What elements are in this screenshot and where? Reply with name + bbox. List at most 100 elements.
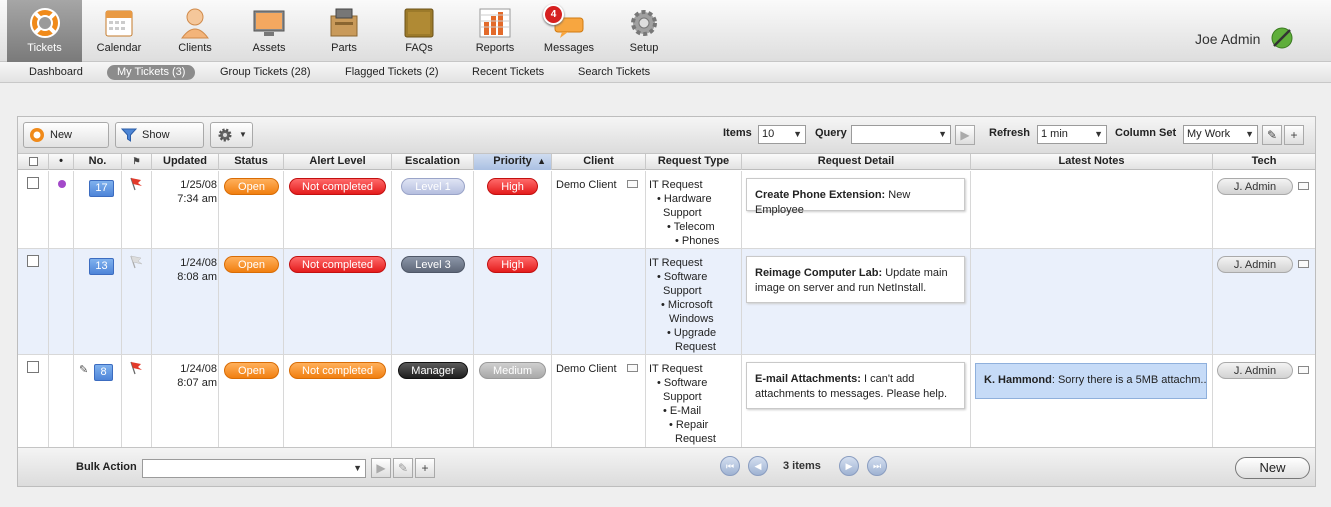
header-status[interactable]: Status — [219, 154, 284, 170]
nav-faqs[interactable]: FAQs — [386, 0, 452, 62]
next-page-icon: ▶ — [845, 461, 853, 471]
request-detail[interactable]: Create Phone Extension: New Employee — [746, 178, 965, 216]
updated-time: 8:08 am — [177, 271, 217, 283]
settings-menu-button[interactable]: ▼ — [210, 122, 253, 148]
monitor-icon — [253, 10, 285, 36]
request-type: IT Request • Hardware Support • Telecom … — [649, 178, 741, 248]
flag-icon[interactable] — [129, 177, 145, 191]
nav-calendar[interactable]: Calendar — [86, 0, 152, 62]
bulk-run-button[interactable]: ▶ — [371, 458, 391, 478]
header-request-detail[interactable]: Request Detail — [742, 154, 971, 170]
request-detail[interactable]: Reimage Computer Lab: Update main image … — [746, 256, 965, 303]
table-row[interactable]: 17 1/25/08 7:34 am Open Not completed Lev… — [18, 171, 1315, 249]
items-select[interactable]: 10 ▼ — [758, 125, 806, 144]
nav-setup[interactable]: Setup — [611, 0, 677, 62]
nav-label: Tickets — [27, 42, 62, 54]
tickets-panel: New Ticket Show Filter ▼ Items 10 ▼ Query… — [17, 116, 1316, 487]
ticket-number[interactable]: 17 — [89, 180, 114, 197]
ticket-number[interactable]: 8 — [94, 364, 113, 381]
nav-reports[interactable]: Reports — [462, 0, 528, 62]
tech-badge[interactable]: J. Admin — [1217, 178, 1293, 195]
row-checkbox[interactable] — [27, 177, 39, 189]
query-select[interactable]: ▼ — [851, 125, 951, 144]
row-checkbox[interactable] — [27, 361, 39, 373]
header-flag[interactable]: ⚑ — [122, 154, 152, 170]
run-query-button[interactable]: ▶ — [955, 125, 975, 145]
nav-tickets[interactable]: Tickets — [7, 0, 82, 62]
bulk-edit-button[interactable]: ✎ — [393, 458, 413, 478]
subnav-group-tickets[interactable]: Group Tickets (28) — [210, 65, 320, 80]
logout-icon[interactable] — [1270, 26, 1294, 50]
add-column-set-button[interactable]: + — [1284, 125, 1304, 145]
previous-page-button[interactable]: ◀ — [748, 456, 768, 476]
nav-assets[interactable]: Assets — [236, 0, 302, 62]
header-bullet[interactable]: • — [49, 154, 74, 170]
refresh-select[interactable]: 1 min ▼ — [1037, 125, 1107, 144]
header-request-type[interactable]: Request Type — [646, 154, 742, 170]
chevron-down-icon: ▼ — [353, 463, 362, 473]
email-icon[interactable] — [1298, 366, 1309, 374]
client-name[interactable]: Demo Client — [556, 179, 617, 191]
priority-badge: Medium — [479, 362, 546, 379]
edit-column-set-button[interactable]: ✎ — [1262, 125, 1282, 145]
select-all-header[interactable] — [18, 154, 49, 170]
pencil-icon[interactable]: ✎ — [79, 363, 88, 376]
subnav-dashboard[interactable]: Dashboard — [19, 65, 93, 80]
chevron-down-icon: ▼ — [239, 130, 247, 139]
email-icon[interactable] — [1298, 260, 1309, 268]
row-checkbox[interactable] — [27, 255, 39, 267]
new-button[interactable]: New — [1235, 457, 1310, 479]
client-name[interactable]: Demo Client — [556, 363, 617, 375]
next-page-button[interactable]: ▶ — [839, 456, 859, 476]
gear-icon — [631, 10, 657, 36]
header-latest-notes[interactable]: Latest Notes — [971, 154, 1213, 170]
tech-badge[interactable]: J. Admin — [1217, 362, 1293, 379]
last-page-button[interactable]: ⏭ — [867, 456, 887, 476]
table-row[interactable]: 13 1/24/08 8:08 am Open Not completed Lev… — [18, 249, 1315, 355]
request-type-line: • Repair — [669, 419, 709, 431]
bulk-action-select[interactable]: ▼ — [142, 459, 366, 478]
request-detail[interactable]: E-mail Attachments: I can't add attachme… — [746, 362, 965, 409]
table-row[interactable]: ✎ 8 1/24/08 8:07 am Open Not completed Ma… — [18, 355, 1315, 447]
request-type-line: IT Request — [649, 257, 703, 269]
email-icon[interactable] — [627, 364, 638, 372]
column-set-select[interactable]: My Work ▼ — [1183, 125, 1258, 144]
subnav-search-tickets[interactable]: Search Tickets — [568, 65, 660, 80]
updated-date: 1/25/08 — [180, 179, 217, 191]
request-type-line: • Upgrade — [667, 327, 717, 339]
header-alert-level[interactable]: Alert Level — [284, 154, 392, 170]
latest-note[interactable]: K. Hammond: Sorry there is a 5MB attachm… — [975, 363, 1207, 399]
nav-clients[interactable]: Clients — [162, 0, 228, 62]
refresh-value: 1 min — [1041, 128, 1068, 140]
column-set-label: Column Set — [1115, 127, 1177, 139]
bulk-add-button[interactable]: + — [415, 458, 435, 478]
header-escalation[interactable]: Escalation — [392, 154, 474, 170]
show-filter-button[interactable]: Show Filter — [115, 122, 204, 165]
header-number[interactable]: No. — [74, 154, 122, 170]
ticket-number[interactable]: 13 — [89, 258, 114, 275]
nav-parts[interactable]: Parts — [311, 0, 377, 62]
flag-icon[interactable] — [129, 255, 145, 269]
request-detail-title: Create Phone Extension: — [755, 189, 886, 201]
header-priority[interactable]: Priority ▲ — [474, 154, 552, 170]
updated-time: 8:07 am — [177, 377, 217, 389]
header-tech[interactable]: Tech — [1213, 154, 1315, 170]
email-icon[interactable] — [1298, 182, 1309, 190]
first-page-button[interactable]: ⏮ — [720, 456, 740, 476]
book-icon — [404, 8, 434, 38]
subnav-my-tickets[interactable]: My Tickets (3) — [107, 65, 196, 80]
subnav-recent-tickets[interactable]: Recent Tickets — [462, 65, 554, 80]
email-icon[interactable] — [627, 180, 638, 188]
tech-badge[interactable]: J. Admin — [1217, 256, 1293, 273]
select-all-checkbox[interactable] — [28, 157, 38, 166]
flag-icon: ⚑ — [132, 156, 141, 166]
flag-icon[interactable] — [129, 361, 145, 375]
lifebuoy-icon — [30, 128, 44, 142]
alert-level-badge: Not completed — [289, 362, 386, 379]
new-ticket-button[interactable]: New Ticket — [23, 122, 109, 165]
header-updated[interactable]: Updated — [152, 154, 219, 170]
subnav-flagged-tickets[interactable]: Flagged Tickets (2) — [335, 65, 449, 80]
user-name: Joe Admin — [1195, 31, 1261, 47]
header-client[interactable]: Client — [552, 154, 646, 170]
chevron-down-icon: ▼ — [938, 129, 947, 139]
